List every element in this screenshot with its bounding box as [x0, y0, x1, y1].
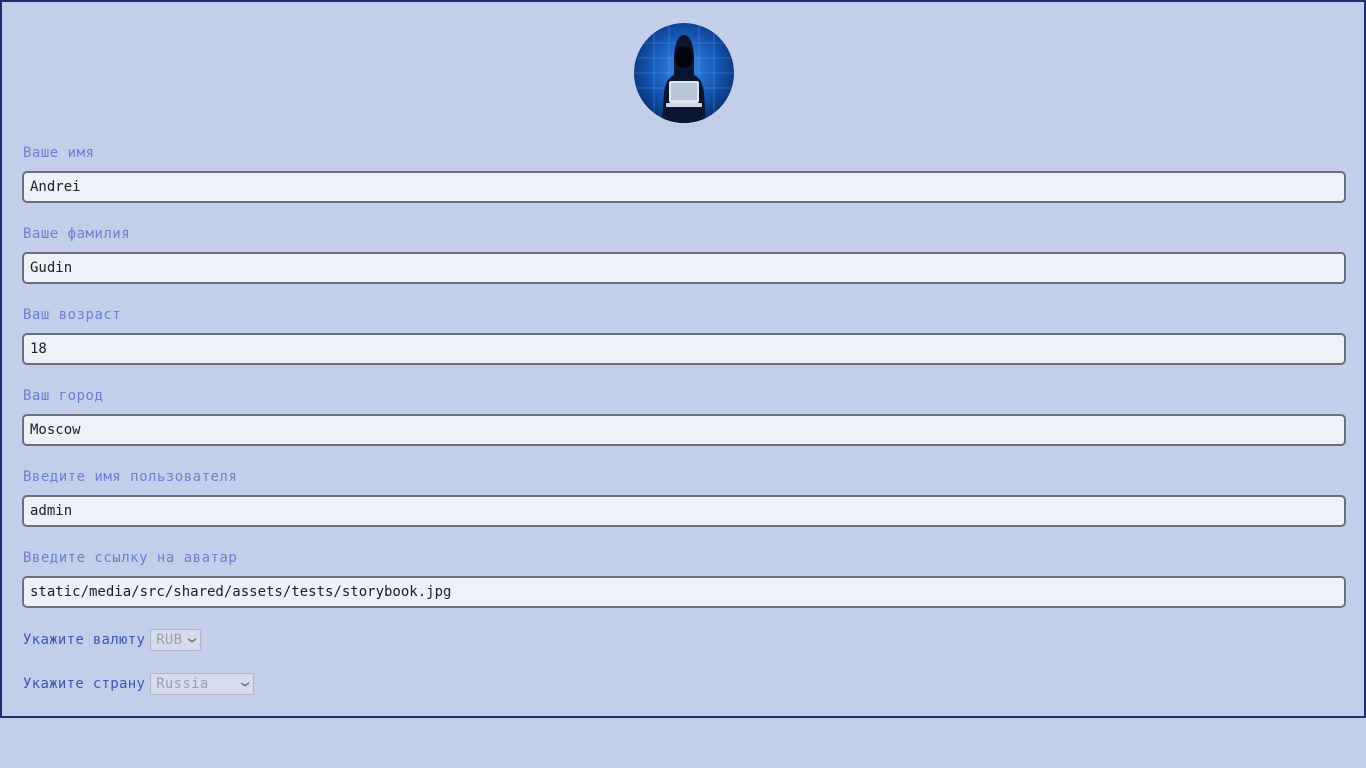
first-name-label: Ваше имя — [23, 145, 95, 161]
city-label: Ваш город — [23, 388, 104, 404]
age-input[interactable] — [22, 333, 1346, 365]
first-name-input[interactable] — [22, 171, 1346, 203]
avatar-url-input[interactable] — [22, 576, 1346, 608]
country-selected-value: Russia — [156, 676, 209, 692]
currency-selected-value: RUB — [156, 632, 183, 648]
country-row: Укажите страну Russia ❯ — [23, 673, 255, 695]
avatar — [634, 23, 734, 123]
username-input[interactable] — [22, 495, 1346, 527]
avatar-url-label: Введите ссылку на аватар — [23, 550, 238, 566]
username-label: Введите имя пользователя — [23, 469, 238, 485]
country-select[interactable]: Russia ❯ — [150, 673, 255, 695]
currency-select[interactable]: RUB ❯ — [150, 629, 202, 651]
age-label: Ваш возраст — [23, 307, 122, 323]
last-name-label: Ваше фамилия — [23, 226, 131, 242]
city-input[interactable] — [22, 414, 1346, 446]
currency-label: Укажите валюту — [23, 632, 146, 648]
country-label: Укажите страну — [23, 676, 146, 692]
chevron-down-icon: ❯ — [186, 636, 200, 644]
profile-card: Ваше имя Ваше фамилия Ваш возраст Ваш го… — [0, 0, 1366, 718]
currency-row: Укажите валюту RUB ❯ — [23, 629, 202, 651]
hooded-hacker-avatar-icon — [634, 23, 734, 123]
last-name-input[interactable] — [22, 252, 1346, 284]
chevron-down-icon: ❯ — [239, 680, 253, 688]
